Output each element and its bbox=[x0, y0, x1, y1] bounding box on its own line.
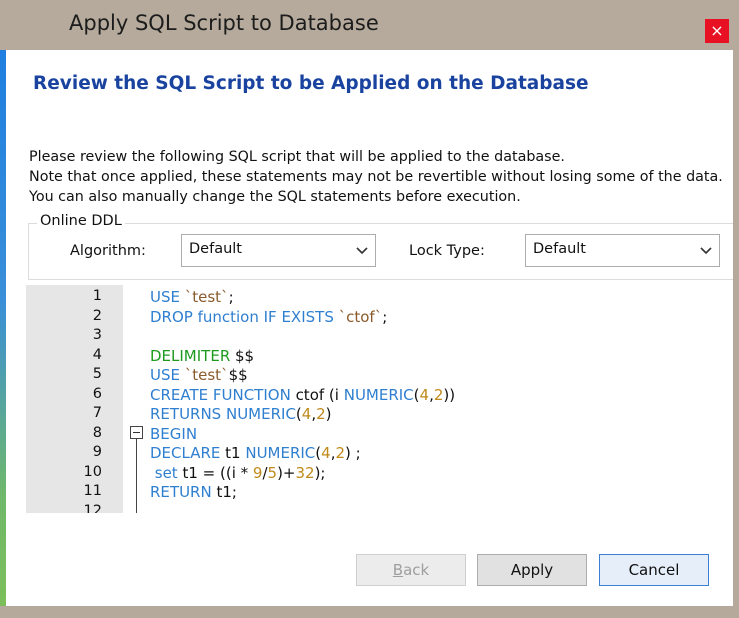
code-line: USE `test`; bbox=[150, 288, 234, 306]
description-line-3: You can also manually change the SQL sta… bbox=[29, 189, 521, 205]
code-line: DELIMITER $$ bbox=[150, 347, 254, 365]
code-line: BEGIN bbox=[150, 425, 197, 443]
code-token: 4 bbox=[301, 405, 312, 423]
code-token: t1; bbox=[216, 483, 237, 501]
lock-type-select[interactable]: Default bbox=[525, 234, 720, 267]
lock-type-label: Lock Type: bbox=[409, 243, 485, 259]
code-line: RETURNS NUMERIC(4,2) bbox=[150, 405, 332, 423]
code-token: ) bbox=[325, 405, 332, 423]
code-token: DECLARE bbox=[150, 444, 226, 462]
line-number: 1 bbox=[92, 288, 102, 304]
window-frame-bottom bbox=[0, 606, 739, 618]
code-token: )) bbox=[443, 385, 456, 404]
code-token: RETURN bbox=[150, 483, 217, 501]
code-token: t1 = ((i * bbox=[182, 463, 253, 482]
fold-collapse-icon[interactable] bbox=[130, 426, 143, 439]
code-token: NUMERIC bbox=[245, 444, 316, 462]
code-line: DECLARE t1 NUMERIC(4,2) ; bbox=[150, 444, 361, 462]
line-number: 8 bbox=[92, 424, 102, 441]
code-token: ; bbox=[382, 307, 388, 326]
page-title: Review the SQL Script to be Applied on t… bbox=[33, 73, 589, 94]
code-line: CREATE FUNCTION ctof (i NUMERIC(4,2)) bbox=[150, 386, 455, 404]
code-token: 4 bbox=[321, 444, 331, 462]
line-number: 7 bbox=[92, 405, 102, 421]
fold-line bbox=[136, 439, 137, 513]
window-frame-right bbox=[733, 50, 739, 606]
line-number: 10 bbox=[83, 463, 102, 480]
code-token: ); bbox=[314, 463, 326, 482]
code-token: 2 bbox=[316, 405, 326, 423]
back-mnemonic: B bbox=[392, 561, 404, 579]
algorithm-label: Algorithm: bbox=[70, 243, 146, 259]
code-token: USE bbox=[150, 288, 185, 306]
code-token: ; bbox=[228, 288, 234, 306]
code-token: DROP function IF EXISTS bbox=[150, 307, 339, 326]
line-number: 4 bbox=[92, 346, 102, 363]
code-token: ctof (i bbox=[295, 385, 344, 404]
lock-type-value: Default bbox=[533, 241, 586, 257]
close-icon: × bbox=[710, 21, 724, 40]
code-token: set bbox=[150, 463, 183, 482]
line-number: 9 bbox=[92, 444, 102, 460]
close-button[interactable]: × bbox=[705, 19, 729, 43]
code-token: $$ bbox=[235, 346, 255, 365]
code-token: `ctof` bbox=[338, 307, 383, 326]
code-token: USE bbox=[150, 366, 185, 384]
code-token: 2 bbox=[433, 385, 444, 404]
code-token: 4 bbox=[419, 385, 430, 404]
sql-editor[interactable]: 1 2 3 4 5 6 7 8 9 10 11 12 USE `test`; DROP function … bbox=[26, 285, 733, 513]
chevron-down-icon bbox=[356, 247, 368, 255]
algorithm-select[interactable]: Default bbox=[181, 234, 376, 267]
chevron-down-icon bbox=[700, 247, 712, 255]
code-token: $$ bbox=[228, 366, 248, 384]
line-number: 3 bbox=[92, 327, 102, 343]
code-line: DROP function IF EXISTS `ctof`; bbox=[150, 308, 387, 326]
line-number: 12 bbox=[83, 502, 102, 514]
description: Please review the following SQL script t… bbox=[29, 147, 723, 207]
dialog-body: Review the SQL Script to be Applied on t… bbox=[6, 50, 733, 606]
code-token: )+ bbox=[277, 463, 296, 482]
code-token: DELIMITER bbox=[150, 346, 236, 365]
code-token: ) ; bbox=[345, 444, 361, 462]
code-token: `test` bbox=[184, 366, 229, 384]
code-line: USE `test`$$ bbox=[150, 366, 248, 384]
code-token: CREATE FUNCTION bbox=[150, 385, 296, 404]
line-number: 11 bbox=[83, 483, 102, 499]
algorithm-value: Default bbox=[189, 241, 242, 257]
code-token: RETURNS NUMERIC bbox=[150, 405, 296, 423]
code-line: set t1 = ((i * 9/5)+32); bbox=[150, 463, 326, 482]
cancel-button[interactable]: Cancel bbox=[599, 554, 709, 586]
code-token: BEGIN bbox=[150, 424, 198, 443]
window-title: Apply SQL Script to Database bbox=[69, 11, 379, 35]
description-line-2: Note that once applied, these statements… bbox=[29, 169, 723, 185]
code-token: 32 bbox=[295, 463, 315, 482]
fold-margin bbox=[123, 285, 147, 513]
line-number: 2 bbox=[92, 307, 102, 324]
code-token: t1 bbox=[225, 444, 246, 462]
description-line-1: Please review the following SQL script t… bbox=[29, 149, 565, 165]
apply-button[interactable]: Apply bbox=[477, 554, 587, 586]
code-token: 5 bbox=[267, 463, 278, 482]
code-line: RETURN t1; bbox=[150, 483, 237, 501]
online-ddl-label: Online DDL bbox=[37, 213, 125, 229]
code-token: `test` bbox=[184, 288, 229, 306]
code-token: 2 bbox=[335, 444, 346, 462]
line-number: 5 bbox=[92, 366, 102, 382]
line-number: 6 bbox=[92, 385, 102, 402]
back-button[interactable]: Back bbox=[356, 554, 466, 586]
code-token: NUMERIC bbox=[343, 385, 414, 404]
title-bar: Apply SQL Script to Database × bbox=[0, 0, 739, 50]
